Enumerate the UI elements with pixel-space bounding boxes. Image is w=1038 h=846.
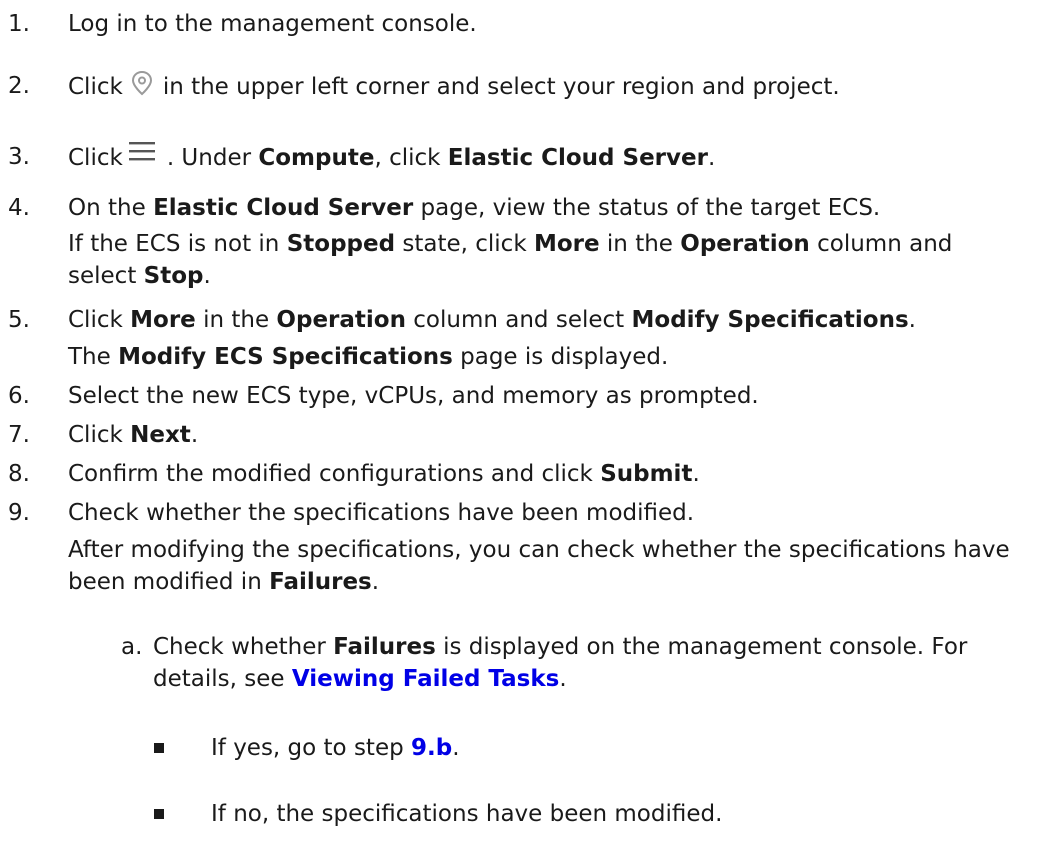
bullet-text: If yes, go to step 9.b. [211,732,1018,764]
step-text: Confirm the modified configurations and … [68,458,1026,490]
step-text-part: On the [68,195,154,221]
step-number: 8. [8,461,30,487]
step-text-part: If yes, go to step [211,735,412,761]
viewing-failed-tasks-link[interactable]: Viewing Failed Tasks [292,666,560,692]
step-text-part: Click [68,74,123,100]
operation-label: Operation [276,307,406,333]
step-text-part: Check whether [153,634,334,660]
square-bullet-icon [154,743,164,753]
modify-ecs-specifications-label: Modify ECS Specifications [118,344,453,370]
failures-label: Failures [269,569,372,595]
failures-label: Failures [333,634,436,660]
step-text-part: . [707,145,716,171]
substep-letter: a. [121,634,143,660]
stop-label: Stop [143,263,204,289]
step-text: Log in to the management console. [68,11,477,37]
more-label: More [533,231,600,257]
step-text-part: Click [68,307,131,333]
step-text-part: Click [68,145,123,171]
step-text-part: . [371,569,380,595]
step-text-part: . [559,666,567,692]
operation-label: Operation [680,231,810,257]
step-text-part: Confirm the modified configurations and … [68,461,601,487]
step-number: 4. [8,195,30,221]
step-number: 2. [8,73,30,99]
step-number: 6. [8,383,30,409]
substep-text: Check whether Failures is displayed on t… [153,631,1018,695]
compute-label: Compute [258,145,375,171]
step-text: Click . Under Compute, click Elastic Clou… [68,141,1026,174]
step-number: 9. [8,500,30,526]
step-detail-text: If the ECS is not in Stopped state, clic… [68,228,1026,292]
step-text-part: . [452,735,460,761]
step-detail-text: After modifying the specifications, you … [68,534,1026,598]
step-9b-link[interactable]: 9.b [411,735,452,761]
step-number: 3. [8,144,30,170]
step-detail-text: The Modify ECS Specifications page is di… [68,341,1026,373]
step-text-part: Click [68,422,131,448]
step-text-part: . [692,461,700,487]
step-number: 5. [8,307,30,333]
location-pin-icon [131,70,152,96]
step-text-part: , click [374,145,448,171]
submit-label: Submit [600,461,693,487]
elastic-cloud-server-label: Elastic Cloud Server [447,145,708,171]
step-text: On the Elastic Cloud Server page, view t… [68,192,1026,224]
step-text-part: in the [195,307,277,333]
step-text-part: . [203,263,211,289]
step-text-part: After modifying the specifications, you … [68,537,1010,595]
elastic-cloud-server-label: Elastic Cloud Server [153,195,414,221]
more-label: More [130,307,196,333]
step-text: Check whether the specifications have be… [68,500,695,526]
step-text-part: . Under [166,145,259,171]
square-bullet-icon [154,809,164,819]
step-text-part: The [68,344,119,370]
step-text-part: page is displayed. [452,344,669,370]
step-text: Click in the upper left corner and select… [68,70,1026,103]
step-text-part: . [190,422,199,448]
step-text-part: If the ECS is not in [68,231,287,257]
stopped-label: Stopped [286,231,396,257]
step-text-part: . [908,307,916,333]
step-text-part: state, click [395,231,534,257]
step-text-part: in the upper left corner and select your… [162,74,840,100]
step-text-part: column and select [405,307,632,333]
step-text: Click More in the Operation column and s… [68,304,1026,336]
step-number: 1. [8,11,30,37]
step-text-part: in the [599,231,681,257]
menu-icon [128,142,155,161]
next-label: Next [130,422,191,448]
document: 1. Log in to the management console. 2. … [0,0,1038,846]
step-number: 7. [8,422,30,448]
step-text: Click Next. [68,419,1026,451]
modify-specifications-label: Modify Specifications [631,307,909,333]
step-text-part: page, view the status of the target ECS. [413,195,881,221]
step-text: Select the new ECS type, vCPUs, and memo… [68,383,759,409]
bullet-text: If no, the specifications have been modi… [211,801,723,827]
